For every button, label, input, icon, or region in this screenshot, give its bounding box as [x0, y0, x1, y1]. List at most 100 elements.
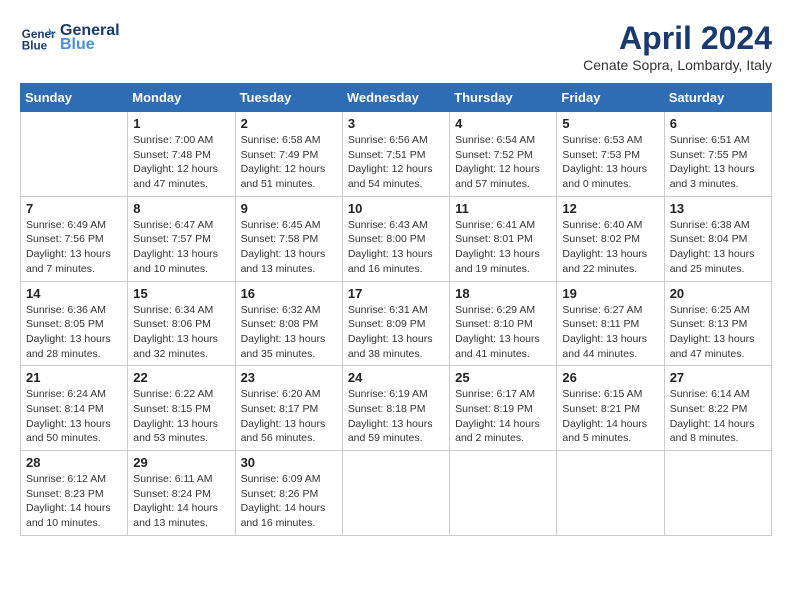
day-number: 28 [26, 455, 122, 470]
calendar-week-row: 1 Sunrise: 7:00 AM Sunset: 7:48 PM Daylig… [21, 112, 772, 197]
day-number: 19 [562, 286, 658, 301]
weekday-header-wednesday: Wednesday [342, 84, 449, 112]
calendar-day-cell: 21 Sunrise: 6:24 AM Sunset: 8:14 PM Dayli… [21, 366, 128, 451]
day-number: 3 [348, 116, 444, 131]
day-info: Sunrise: 6:51 AM Sunset: 7:55 PM Dayligh… [670, 133, 766, 192]
calendar-day-cell: 15 Sunrise: 6:34 AM Sunset: 8:06 PM Dayli… [128, 281, 235, 366]
calendar-day-cell: 26 Sunrise: 6:15 AM Sunset: 8:21 PM Dayli… [557, 366, 664, 451]
day-info: Sunrise: 6:24 AM Sunset: 8:14 PM Dayligh… [26, 387, 122, 446]
day-number: 2 [241, 116, 337, 131]
day-number: 4 [455, 116, 551, 131]
day-info: Sunrise: 6:47 AM Sunset: 7:57 PM Dayligh… [133, 218, 229, 277]
day-number: 11 [455, 201, 551, 216]
weekday-header-saturday: Saturday [664, 84, 771, 112]
day-number: 15 [133, 286, 229, 301]
calendar-day-cell: 10 Sunrise: 6:43 AM Sunset: 8:00 PM Dayli… [342, 196, 449, 281]
day-number: 20 [670, 286, 766, 301]
day-number: 13 [670, 201, 766, 216]
day-info: Sunrise: 6:17 AM Sunset: 8:19 PM Dayligh… [455, 387, 551, 446]
calendar-day-cell: 6Sunrise: 6:51 AM Sunset: 7:55 PM Daylig… [664, 112, 771, 197]
calendar-day-cell: 5 Sunrise: 6:53 AM Sunset: 7:53 PM Daylig… [557, 112, 664, 197]
empty-cell [664, 451, 771, 536]
calendar-day-cell: 12Sunrise: 6:40 AM Sunset: 8:02 PM Dayli… [557, 196, 664, 281]
day-number: 17 [348, 286, 444, 301]
day-info: Sunrise: 6:32 AM Sunset: 8:08 PM Dayligh… [241, 303, 337, 362]
calendar-day-cell: 25 Sunrise: 6:17 AM Sunset: 8:19 PM Dayli… [450, 366, 557, 451]
day-number: 8 [133, 201, 229, 216]
day-info: Sunrise: 6:34 AM Sunset: 8:06 PM Dayligh… [133, 303, 229, 362]
day-number: 26 [562, 370, 658, 385]
calendar-day-cell: 11 Sunrise: 6:41 AM Sunset: 8:01 PM Dayli… [450, 196, 557, 281]
day-info: Sunrise: 6:53 AM Sunset: 7:53 PM Dayligh… [562, 133, 658, 192]
calendar-day-cell: 22 Sunrise: 6:22 AM Sunset: 8:15 PM Dayli… [128, 366, 235, 451]
weekday-header-sunday: Sunday [21, 84, 128, 112]
day-number: 30 [241, 455, 337, 470]
day-info: Sunrise: 6:29 AM Sunset: 8:10 PM Dayligh… [455, 303, 551, 362]
calendar-day-cell: 9Sunrise: 6:45 AM Sunset: 7:58 PM Daylig… [235, 196, 342, 281]
calendar-day-cell: 2 Sunrise: 6:58 AM Sunset: 7:49 PM Daylig… [235, 112, 342, 197]
day-number: 14 [26, 286, 122, 301]
title-area: April 2024 Cenate Sopra, Lombardy, Italy [583, 20, 772, 73]
calendar-day-cell: 29 Sunrise: 6:11 AM Sunset: 8:24 PM Dayli… [128, 451, 235, 536]
calendar-day-cell: 1 Sunrise: 7:00 AM Sunset: 7:48 PM Daylig… [128, 112, 235, 197]
day-number: 24 [348, 370, 444, 385]
calendar-subtitle: Cenate Sopra, Lombardy, Italy [583, 57, 772, 73]
day-info: Sunrise: 6:09 AM Sunset: 8:26 PM Dayligh… [241, 472, 337, 531]
day-info: Sunrise: 6:15 AM Sunset: 8:21 PM Dayligh… [562, 387, 658, 446]
calendar-day-cell: 16 Sunrise: 6:32 AM Sunset: 8:08 PM Dayli… [235, 281, 342, 366]
day-number: 27 [670, 370, 766, 385]
calendar-week-row: 21 Sunrise: 6:24 AM Sunset: 8:14 PM Dayli… [21, 366, 772, 451]
calendar-day-cell: 24 Sunrise: 6:19 AM Sunset: 8:18 PM Dayli… [342, 366, 449, 451]
calendar-day-cell: 17 Sunrise: 6:31 AM Sunset: 8:09 PM Dayli… [342, 281, 449, 366]
day-number: 7 [26, 201, 122, 216]
day-info: Sunrise: 6:11 AM Sunset: 8:24 PM Dayligh… [133, 472, 229, 531]
calendar-day-cell: 18Sunrise: 6:29 AM Sunset: 8:10 PM Dayli… [450, 281, 557, 366]
calendar-day-cell: 23Sunrise: 6:20 AM Sunset: 8:17 PM Dayli… [235, 366, 342, 451]
page-header: General Blue General Blue April 2024 Cen… [20, 20, 772, 73]
day-info: Sunrise: 6:22 AM Sunset: 8:15 PM Dayligh… [133, 387, 229, 446]
calendar-day-cell: 13Sunrise: 6:38 AM Sunset: 8:04 PM Dayli… [664, 196, 771, 281]
day-info: Sunrise: 7:00 AM Sunset: 7:48 PM Dayligh… [133, 133, 229, 192]
weekday-header-row: SundayMondayTuesdayWednesdayThursdayFrid… [21, 84, 772, 112]
calendar-day-cell: 7Sunrise: 6:49 AM Sunset: 7:56 PM Daylig… [21, 196, 128, 281]
day-number: 5 [562, 116, 658, 131]
calendar-day-cell: 30 Sunrise: 6:09 AM Sunset: 8:26 PM Dayli… [235, 451, 342, 536]
weekday-header-tuesday: Tuesday [235, 84, 342, 112]
logo-icon: General Blue [20, 20, 56, 56]
day-number: 16 [241, 286, 337, 301]
empty-cell [21, 112, 128, 197]
empty-cell [450, 451, 557, 536]
calendar-week-row: 28 Sunrise: 6:12 AM Sunset: 8:23 PM Dayli… [21, 451, 772, 536]
calendar-day-cell: 3 Sunrise: 6:56 AM Sunset: 7:51 PM Daylig… [342, 112, 449, 197]
calendar-title: April 2024 [583, 20, 772, 57]
day-number: 10 [348, 201, 444, 216]
day-info: Sunrise: 6:58 AM Sunset: 7:49 PM Dayligh… [241, 133, 337, 192]
calendar-table: SundayMondayTuesdayWednesdayThursdayFrid… [20, 83, 772, 536]
day-number: 12 [562, 201, 658, 216]
day-info: Sunrise: 6:12 AM Sunset: 8:23 PM Dayligh… [26, 472, 122, 531]
calendar-day-cell: 8 Sunrise: 6:47 AM Sunset: 7:57 PM Daylig… [128, 196, 235, 281]
day-number: 21 [26, 370, 122, 385]
weekday-header-thursday: Thursday [450, 84, 557, 112]
day-info: Sunrise: 6:41 AM Sunset: 8:01 PM Dayligh… [455, 218, 551, 277]
logo: General Blue General Blue [20, 20, 120, 56]
day-number: 1 [133, 116, 229, 131]
calendar-day-cell: 27 Sunrise: 6:14 AM Sunset: 8:22 PM Dayli… [664, 366, 771, 451]
logo-text: General Blue [60, 22, 120, 54]
calendar-week-row: 14Sunrise: 6:36 AM Sunset: 8:05 PM Dayli… [21, 281, 772, 366]
calendar-day-cell: 19Sunrise: 6:27 AM Sunset: 8:11 PM Dayli… [557, 281, 664, 366]
day-info: Sunrise: 6:14 AM Sunset: 8:22 PM Dayligh… [670, 387, 766, 446]
day-number: 29 [133, 455, 229, 470]
calendar-day-cell: 28 Sunrise: 6:12 AM Sunset: 8:23 PM Dayli… [21, 451, 128, 536]
empty-cell [342, 451, 449, 536]
day-info: Sunrise: 6:56 AM Sunset: 7:51 PM Dayligh… [348, 133, 444, 192]
day-number: 25 [455, 370, 551, 385]
day-info: Sunrise: 6:31 AM Sunset: 8:09 PM Dayligh… [348, 303, 444, 362]
day-info: Sunrise: 6:19 AM Sunset: 8:18 PM Dayligh… [348, 387, 444, 446]
weekday-header-friday: Friday [557, 84, 664, 112]
day-info: Sunrise: 6:54 AM Sunset: 7:52 PM Dayligh… [455, 133, 551, 192]
calendar-week-row: 7Sunrise: 6:49 AM Sunset: 7:56 PM Daylig… [21, 196, 772, 281]
day-info: Sunrise: 6:43 AM Sunset: 8:00 PM Dayligh… [348, 218, 444, 277]
day-number: 22 [133, 370, 229, 385]
empty-cell [557, 451, 664, 536]
